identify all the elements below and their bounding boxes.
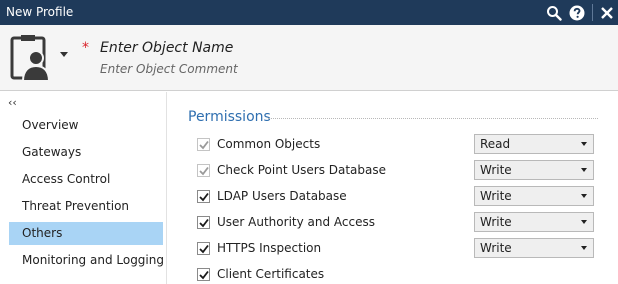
sidebar-item-overview[interactable]: Overview [9,114,163,137]
select-value: Write [480,189,512,203]
permission-row-common-objects: Common Objects Read [197,134,597,156]
checkbox-user-authority-and-access[interactable] [197,216,210,229]
object-comment-input[interactable] [96,60,556,78]
section-title: Permissions [188,109,271,125]
user-profile-icon [10,35,51,82]
search-button[interactable] [543,2,565,23]
sidebar-item-others[interactable]: Others [9,222,163,245]
permission-select-https-inspection[interactable]: Write [474,238,594,258]
sidebar-item-gateways[interactable]: Gateways [9,141,163,164]
sidebar-item-threat-prevention[interactable]: Threat Prevention [9,195,163,218]
checkbox-https-inspection[interactable] [197,242,210,255]
checkmark-icon [198,140,209,149]
permission-label: User Authority and Access [217,215,375,229]
select-value: Write [480,163,512,177]
permission-row-client-certificates: Client Certificates [197,264,597,284]
permission-row-user-authority-and-access: User Authority and Access Write [197,212,597,234]
dropdown-arrow-icon [581,142,587,146]
close-icon [601,6,613,19]
select-value: Read [480,137,511,151]
dropdown-arrow-icon [581,194,587,198]
permission-row-https-inspection: HTTPS Inspection Write [197,238,597,260]
help-button[interactable] [566,2,588,23]
sidebar-item-monitoring-and-logging[interactable]: Monitoring and Logging [9,249,163,272]
permission-row-ldap-users-database: LDAP Users Database Write [197,186,597,208]
search-icon [547,5,562,21]
dropdown-arrow-icon [581,220,587,224]
collapse-sidebar-icon[interactable]: ‹‹ [8,96,17,109]
section-divider [268,118,598,119]
checkmark-icon [198,218,209,227]
select-value: Write [480,241,512,255]
permission-select-ldap-users-database[interactable]: Write [474,186,594,206]
permissions-panel: Permissions Common Objects Read Check Po… [168,92,618,284]
close-button[interactable] [596,2,618,23]
permission-label: Check Point Users Database [217,163,387,177]
window-title: New Profile [6,5,74,19]
permission-row-check-point-users-database: Check Point Users Database Write [197,160,597,182]
permission-select-check-point-users-database[interactable]: Write [474,160,594,180]
checkmark-icon [198,166,209,175]
dropdown-arrow-icon [581,168,587,172]
object-header: * [0,25,618,91]
sidebar-nav: ‹‹ Overview Gateways Access Control Thre… [0,92,167,284]
checkbox-check-point-users-database[interactable] [197,164,210,177]
object-name-input[interactable] [96,37,556,59]
title-bar: New Profile [0,0,618,25]
dropdown-arrow-icon [581,246,587,250]
checkbox-client-certificates[interactable] [197,268,210,281]
permission-select-user-authority-and-access[interactable]: Write [474,212,594,232]
permission-label: Common Objects [217,137,321,151]
select-value: Write [480,215,512,229]
help-icon [569,5,585,20]
profile-avatar[interactable] [10,34,56,82]
sidebar-item-access-control[interactable]: Access Control [9,168,163,191]
titlebar-separator [592,4,593,21]
required-marker: * [82,40,89,56]
permission-label: Client Certificates [217,267,325,281]
checkbox-ldap-users-database[interactable] [197,190,210,203]
permission-select-common-objects[interactable]: Read [474,134,594,154]
permission-label: LDAP Users Database [217,189,347,203]
checkmark-icon [198,270,209,279]
checkmark-icon [198,192,209,201]
checkbox-common-objects[interactable] [197,138,210,151]
avatar-dropdown-caret-icon[interactable] [60,52,68,58]
checkmark-icon [198,244,209,253]
permission-label: HTTPS Inspection [217,241,322,255]
